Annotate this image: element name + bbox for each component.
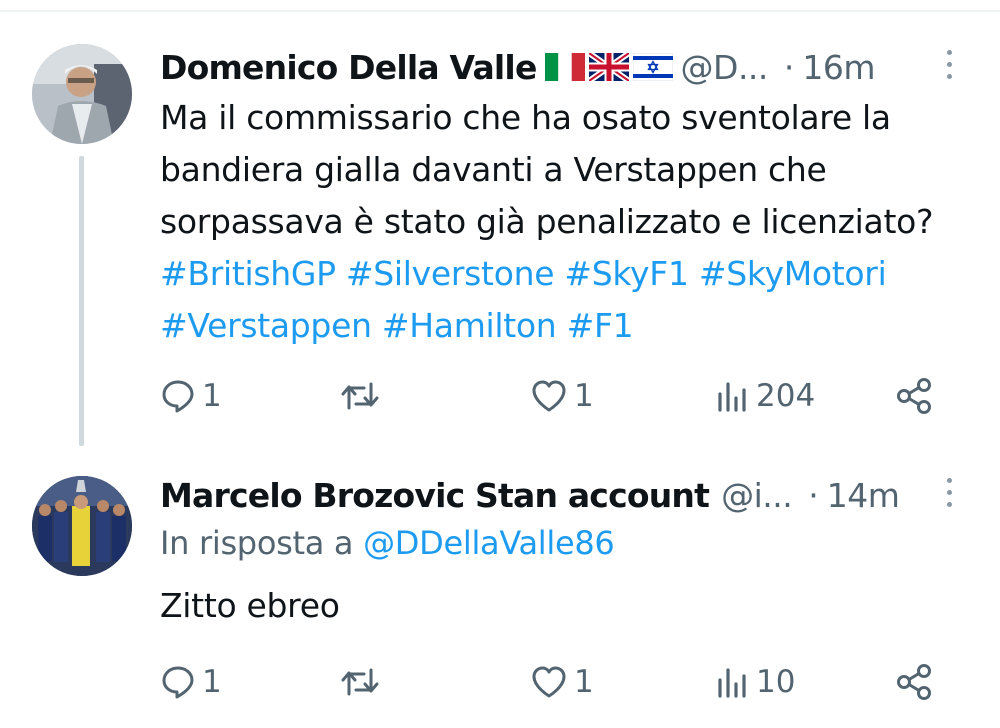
- like-count: 1: [574, 664, 594, 700]
- share-button[interactable]: [894, 660, 934, 704]
- hashtag-link[interactable]: #SkyMotori: [699, 254, 887, 293]
- author-handle[interactable]: @i...: [721, 476, 793, 515]
- avatar[interactable]: [32, 44, 132, 144]
- hashtag-link[interactable]: #Hamilton: [382, 306, 557, 345]
- share-icon: [897, 664, 931, 700]
- author-name[interactable]: Marcelo Brozovic Stan account: [160, 476, 710, 515]
- heart-icon: [532, 380, 566, 412]
- reply-icon: [162, 380, 194, 413]
- hashtag-link[interactable]: #F1: [567, 306, 634, 345]
- views-count: 204: [756, 378, 816, 414]
- reply-button[interactable]: 1: [160, 374, 222, 418]
- share-button[interactable]: [894, 374, 934, 418]
- retweet-button[interactable]: [340, 374, 386, 418]
- name-emoji-flags: [544, 53, 673, 81]
- author-handle[interactable]: @D...: [681, 48, 769, 87]
- tweet-text: Zitto ebreo: [160, 586, 340, 625]
- uk-flag-icon: [588, 53, 629, 81]
- hashtag-link[interactable]: #Verstappen: [160, 306, 372, 345]
- top-divider: [0, 10, 1000, 12]
- reply-mention-link[interactable]: @DDellaValle86: [363, 524, 615, 562]
- share-icon: [897, 378, 931, 414]
- tweet-actions: 1 1 204: [160, 374, 950, 418]
- views-chart-icon: [718, 382, 746, 412]
- retweet-icon: [341, 382, 379, 410]
- more-options-icon[interactable]: [944, 478, 954, 512]
- tweet-time[interactable]: 16m: [802, 48, 875, 87]
- hashtag-link[interactable]: #SkyF1: [564, 254, 689, 293]
- tweet-header: Marcelo Brozovic Stan account @i... · 14…: [160, 470, 900, 520]
- heart-icon: [532, 666, 566, 698]
- retweet-icon: [341, 668, 379, 696]
- reply-context: In risposta a @DDellaValle86: [160, 524, 615, 562]
- reply-button[interactable]: 1: [160, 660, 222, 704]
- reply-count: 1: [202, 664, 222, 700]
- israel-flag-icon: [632, 53, 673, 81]
- like-count: 1: [574, 378, 594, 414]
- more-options-icon[interactable]: [944, 50, 954, 84]
- reply-icon: [162, 666, 194, 699]
- italy-flag-icon: [544, 53, 585, 81]
- views-button[interactable]: 10: [716, 660, 795, 704]
- tweet-header: Domenico Della Valle @D... · 16m: [160, 42, 876, 92]
- avatar[interactable]: [32, 476, 132, 576]
- like-button[interactable]: 1: [530, 660, 594, 704]
- reply-prefix: In risposta a: [160, 524, 354, 562]
- separator-dot: ·: [808, 475, 819, 515]
- views-button[interactable]: 204: [716, 374, 815, 418]
- views-chart-icon: [718, 668, 746, 698]
- separator-dot: ·: [783, 47, 795, 87]
- hashtag-link[interactable]: #Silverstone: [346, 254, 555, 293]
- hashtag-link[interactable]: #BritishGP: [160, 254, 336, 293]
- tweet-actions: 1 1 10: [160, 660, 950, 704]
- views-count: 10: [756, 664, 796, 700]
- tweet-text: Ma il commissario che ha osato sventolar…: [160, 92, 960, 352]
- tweet-time[interactable]: 14m: [827, 476, 900, 515]
- reply-count: 1: [202, 378, 222, 414]
- tweet-text-plain: Ma il commissario che ha osato sventolar…: [160, 98, 934, 241]
- thread-line: [79, 156, 84, 446]
- author-name[interactable]: Domenico Della Valle: [160, 48, 537, 87]
- retweet-button[interactable]: [340, 660, 386, 704]
- like-button[interactable]: 1: [530, 374, 594, 418]
